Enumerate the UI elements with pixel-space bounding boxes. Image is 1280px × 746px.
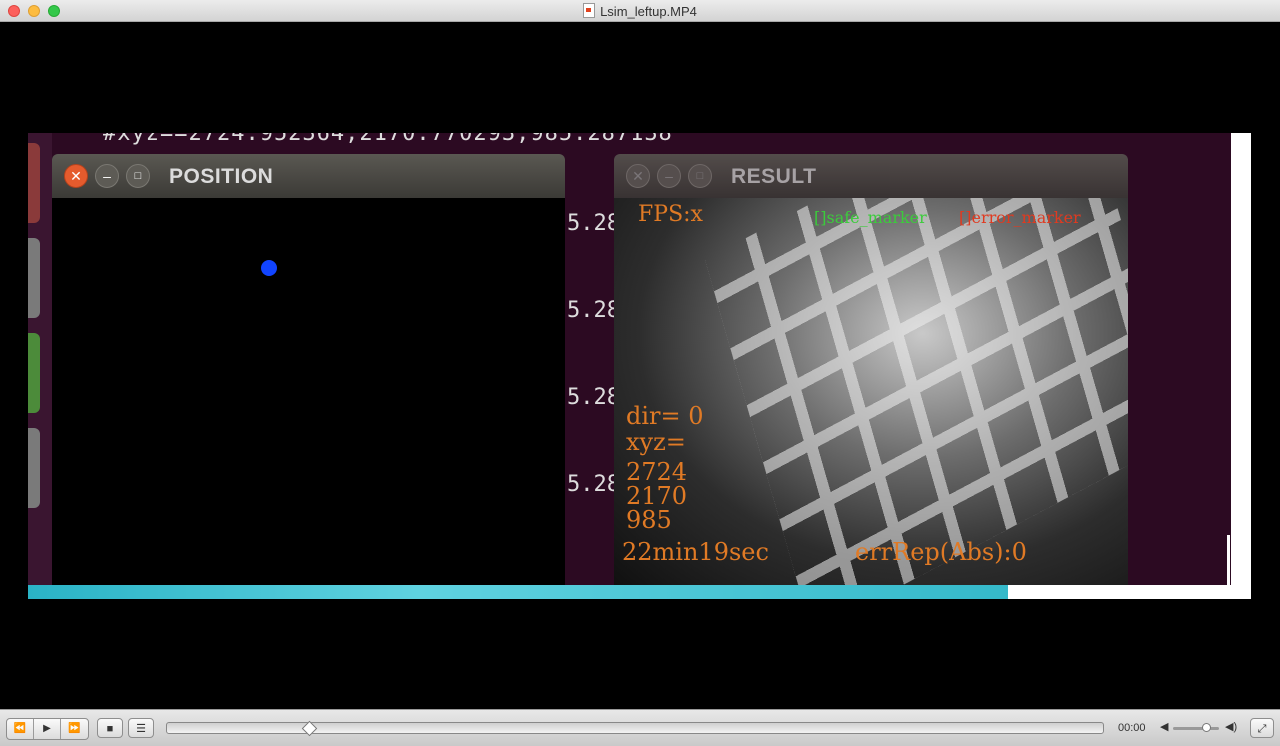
minimize-icon: –: [95, 164, 119, 188]
teal-bar: [28, 585, 1008, 599]
marker-grid-image: [705, 198, 1128, 585]
camera-feed: FPS:x []safe_marker []error_marker dir= …: [614, 198, 1128, 585]
terminal-value: 5.28: [567, 385, 620, 410]
volume-high-icon[interactable]: ◀): [1225, 720, 1237, 733]
fps-label: FPS:x: [638, 202, 703, 227]
seek-handle[interactable]: [301, 720, 318, 737]
right-edge: [1227, 133, 1251, 585]
result-window: ✕ – □ RESULT FPS:x []safe_marker []error…: [614, 154, 1128, 585]
launcher-item: [28, 143, 40, 223]
volume-slider[interactable]: [1173, 723, 1219, 732]
bottom-edge: [28, 585, 1251, 599]
play-button[interactable]: ▶: [34, 719, 61, 739]
position-window-titlebar: ✕ – □ POSITION: [52, 154, 565, 198]
result-window-title: RESULT: [731, 165, 817, 188]
position-window-title: POSITION: [169, 165, 274, 188]
terminal-value: 5.28: [567, 211, 620, 236]
terminal-value: 5.28: [567, 472, 620, 497]
player-controls: ⏪ ▶ ⏩ ■ ☰ 00:00 ◀ ◀) ⤢: [0, 709, 1280, 746]
close-icon: ✕: [626, 164, 650, 188]
position-canvas: [52, 198, 565, 585]
position-dot: [261, 260, 277, 276]
video-frame[interactable]: #xyz==2724.952364,2170.770293,985.287138…: [28, 133, 1251, 599]
terminal-output-line: #xyz==2724.952364,2170.770293,985.287138: [103, 133, 673, 146]
timecode: 00:00: [1118, 722, 1146, 734]
fast-forward-button[interactable]: ⏩: [61, 719, 88, 739]
seek-bar[interactable]: [166, 720, 1104, 737]
maximize-icon: □: [688, 164, 712, 188]
terminal-value: 5.28: [567, 298, 620, 323]
maximize-icon: □: [126, 164, 150, 188]
minimize-icon: –: [657, 164, 681, 188]
window-title: Lsim_leftup.MP4: [0, 3, 1280, 19]
error-marker-legend: []error_marker: [959, 208, 1081, 227]
close-icon: ✕: [64, 164, 88, 188]
direction-label: dir= 0: [626, 402, 704, 430]
playlist-button[interactable]: ☰: [128, 718, 154, 738]
volume-low-icon[interactable]: ◀: [1160, 720, 1168, 733]
document-icon: [583, 3, 596, 18]
fullscreen-button[interactable]: ⤢: [1250, 718, 1274, 738]
error-report: errRep(Abs):0: [855, 538, 1027, 566]
volume-handle[interactable]: [1201, 723, 1211, 732]
z-value: 985: [626, 506, 672, 534]
rewind-button[interactable]: ⏪: [7, 719, 34, 739]
launcher-item: [28, 428, 40, 508]
window-title-text: Lsim_leftup.MP4: [600, 4, 697, 19]
result-window-titlebar: ✕ – □ RESULT: [614, 154, 1128, 198]
elapsed-time: 22min19sec: [622, 538, 769, 566]
launcher-item: [28, 333, 40, 413]
position-window: ✕ – □ POSITION: [52, 154, 565, 585]
title-bar: Lsim_leftup.MP4: [0, 0, 1280, 22]
launcher-item: [28, 238, 40, 318]
transport-group: ⏪ ▶ ⏩: [6, 718, 89, 740]
stop-button[interactable]: ■: [97, 718, 123, 738]
xyz-label: xyz=: [626, 428, 686, 456]
desktop-launcher: [28, 133, 52, 585]
safe-marker-legend: []safe_marker: [814, 208, 927, 227]
